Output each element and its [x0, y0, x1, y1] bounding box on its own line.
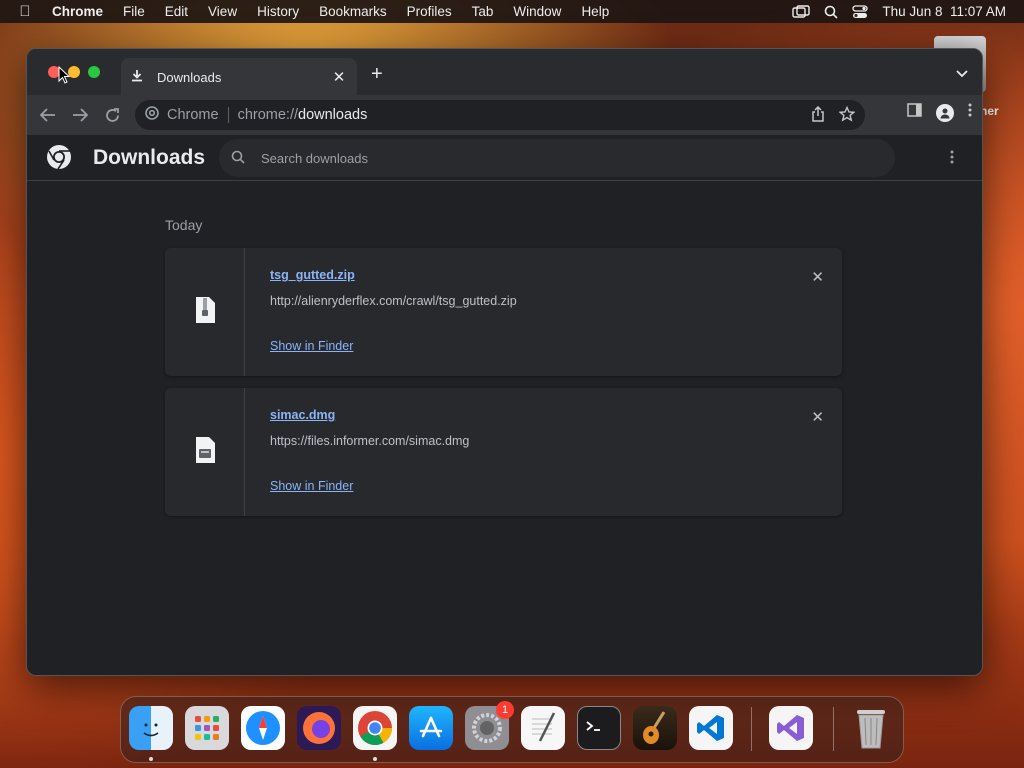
control-center-icon[interactable]	[852, 4, 869, 19]
menu-edit[interactable]: Edit	[155, 4, 198, 19]
zip-file-icon	[194, 296, 216, 329]
tab-title: Downloads	[157, 69, 222, 85]
remove-from-list-icon[interactable]: ✕	[811, 268, 824, 286]
url-scheme: chrome://	[237, 107, 299, 123]
close-tab-icon[interactable]: ✕	[331, 68, 347, 86]
app-store-icon[interactable]	[409, 706, 453, 750]
show-in-finder-link[interactable]: Show in Finder	[270, 479, 353, 493]
menu-window[interactable]: Window	[503, 4, 571, 19]
download-icon	[131, 69, 147, 85]
chrome-logo-small-icon	[145, 106, 159, 124]
tab-strip: Downloads ✕ +	[27, 49, 982, 96]
section-date-label: Today	[165, 217, 203, 233]
notification-badge: 1	[496, 701, 514, 719]
site-chip-label[interactable]: Chrome	[167, 107, 219, 123]
omnibox-divider	[227, 107, 229, 123]
downloads-menu-kebab-icon[interactable]	[950, 150, 954, 169]
download-item: tsg_gutted.zip http://alienryderflex.com…	[165, 248, 842, 376]
browser-menu-kebab-icon[interactable]	[968, 103, 972, 122]
menu-view[interactable]: View	[198, 4, 247, 19]
search-downloads-input[interactable]	[261, 150, 821, 166]
new-tab-button[interactable]: +	[371, 63, 383, 86]
menu-bookmarks[interactable]: Bookmarks	[309, 4, 397, 19]
firefox-icon[interactable]	[297, 706, 341, 750]
remove-from-list-icon[interactable]: ✕	[811, 408, 824, 426]
launchpad-icon[interactable]	[185, 706, 229, 750]
menu-file[interactable]: File	[113, 4, 155, 19]
google-chrome-icon[interactable]	[353, 706, 397, 750]
profile-avatar-icon[interactable]	[936, 103, 954, 122]
apple-logo-icon[interactable]: 	[0, 3, 50, 20]
finder-icon[interactable]	[129, 706, 173, 750]
bookmark-star-icon[interactable]	[838, 105, 856, 126]
download-file-name-link[interactable]: tsg_gutted.zip	[270, 268, 355, 282]
search-box[interactable]	[219, 139, 895, 177]
downloads-header: Downloads	[27, 135, 982, 181]
safari-icon[interactable]	[241, 706, 285, 750]
visual-studio-code-icon[interactable]	[689, 706, 733, 750]
download-source-url[interactable]: https://files.informer.com/simac.dmg	[270, 434, 469, 448]
menubar-clock[interactable]: Thu Jun 8 11:07 AM	[882, 4, 1006, 19]
screen-mirroring-icon[interactable]	[792, 4, 811, 19]
side-panel-icon[interactable]	[907, 103, 922, 122]
back-arrow-icon[interactable]	[36, 103, 60, 127]
browser-toolbar: Chrome chrome:// downloads	[27, 95, 982, 135]
menu-tab[interactable]: Tab	[462, 4, 504, 19]
reload-icon[interactable]	[100, 103, 124, 127]
menu-app-name[interactable]: Chrome	[50, 4, 113, 19]
terminal-icon[interactable]	[577, 706, 621, 750]
menu-help[interactable]: Help	[571, 4, 619, 19]
disk-image-file-icon	[194, 436, 216, 469]
address-bar[interactable]: Chrome chrome:// downloads	[135, 100, 865, 130]
share-icon[interactable]	[811, 105, 825, 126]
trash-icon[interactable]	[849, 706, 893, 750]
chrome-logo-icon	[46, 144, 72, 170]
download-source-url[interactable]: http://alienryderflex.com/crawl/tsg_gutt…	[270, 294, 517, 308]
menu-bar:  Chrome File Edit View History Bookmark…	[0, 0, 1024, 23]
spotlight-search-icon[interactable]	[824, 5, 838, 19]
download-item: simac.dmg https://files.informer.com/sim…	[165, 388, 842, 516]
garageband-icon[interactable]	[633, 706, 677, 750]
show-in-finder-link[interactable]: Show in Finder	[270, 339, 353, 353]
tab-downloads[interactable]: Downloads ✕	[121, 58, 357, 96]
page-title: Downloads	[93, 146, 206, 169]
menu-history[interactable]: History	[247, 4, 309, 19]
search-icon	[231, 150, 245, 167]
menu-profiles[interactable]: Profiles	[397, 4, 462, 19]
textedit-icon[interactable]	[521, 706, 565, 750]
zoom-window-button[interactable]	[88, 66, 100, 78]
window-controls	[48, 66, 100, 78]
visual-studio-icon[interactable]	[769, 706, 813, 750]
forward-arrow-icon[interactable]	[68, 103, 92, 127]
tab-search-chevron-icon[interactable]	[956, 65, 968, 83]
chrome-window: Downloads ✕ + Chrome chrome:// downloads	[26, 48, 983, 676]
url-host: downloads	[298, 107, 368, 123]
mouse-pointer-icon	[58, 65, 71, 89]
download-file-name-link[interactable]: simac.dmg	[270, 408, 335, 422]
